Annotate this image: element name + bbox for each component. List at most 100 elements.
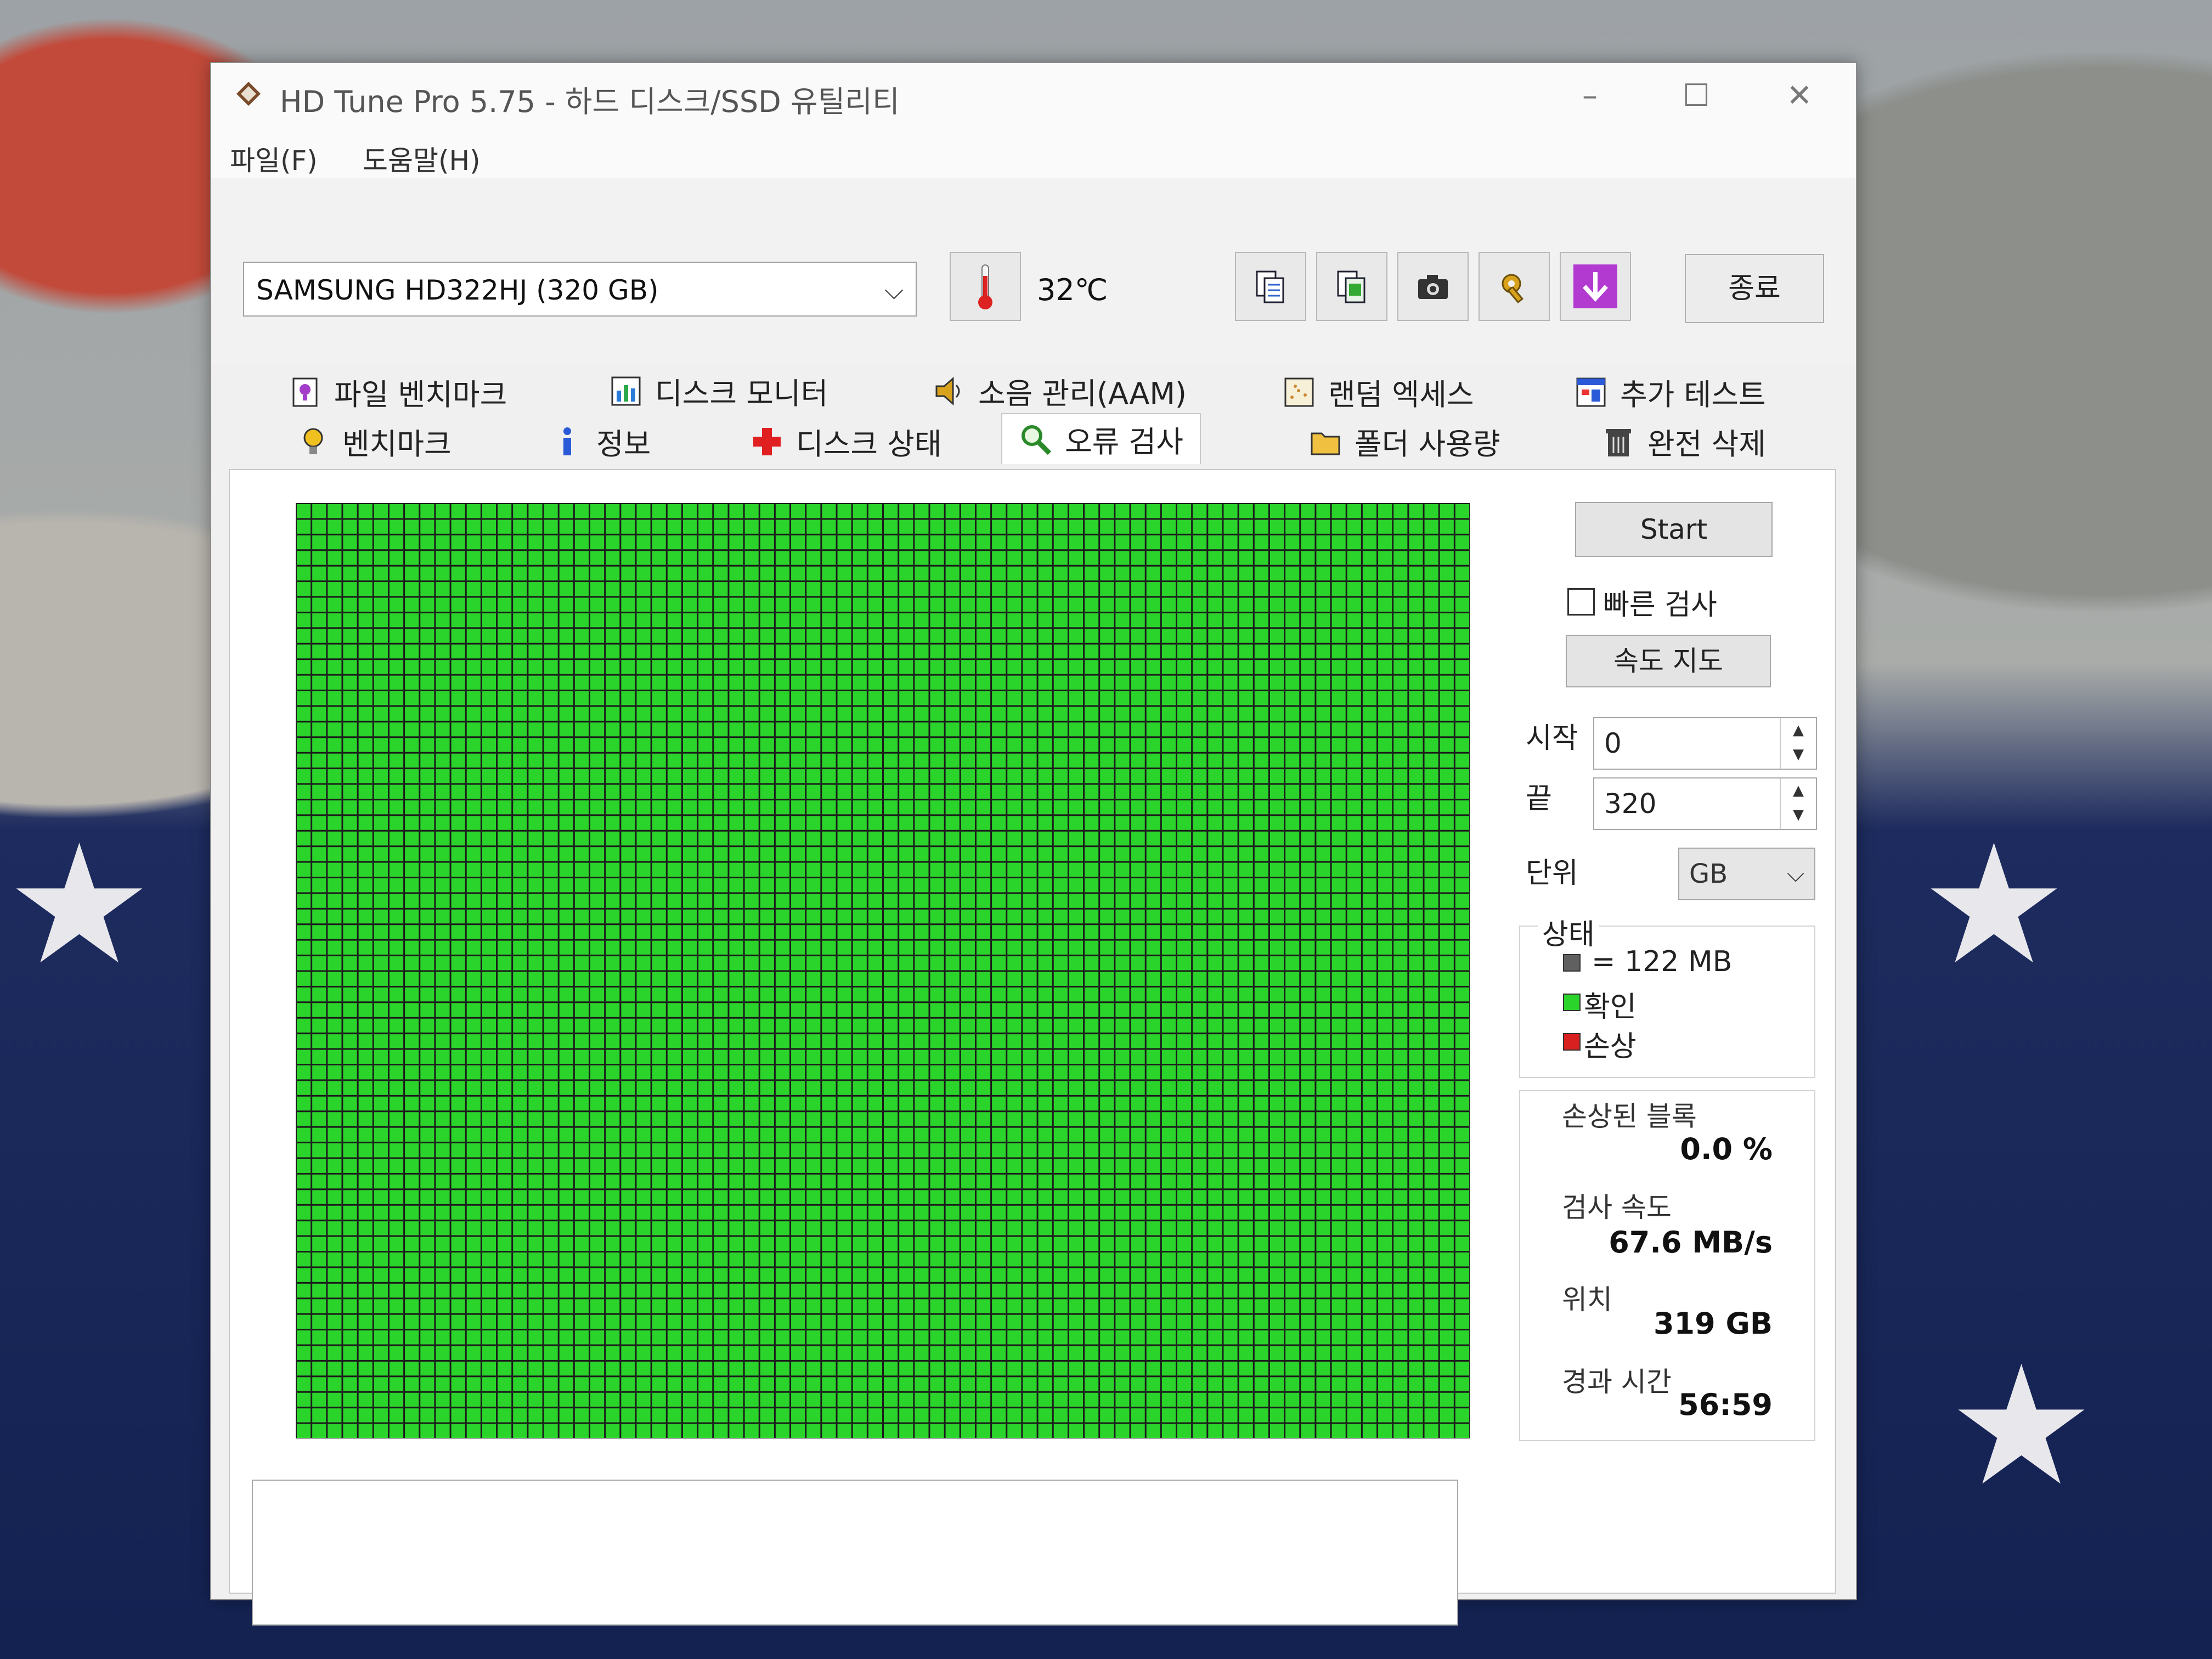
scan-block (1131, 909, 1145, 924)
scan-block (837, 1190, 851, 1204)
temperature-button[interactable] (950, 252, 1021, 321)
tab-aam[interactable]: 소음 관리(AAM) (932, 369, 1187, 413)
scan-block (358, 566, 373, 581)
scan-block (482, 1143, 496, 1158)
scan-block (976, 847, 991, 861)
scan-block (1393, 1408, 1408, 1423)
speed-map-button[interactable]: 속도 지도 (1566, 635, 1771, 687)
scan-block (1038, 1252, 1052, 1267)
drive-select[interactable]: SAMSUNG HD322HJ (320 GB) ⌵ (243, 262, 917, 317)
unit-select[interactable]: GB ⌵ (1678, 848, 1815, 900)
scan-block (1193, 1018, 1207, 1033)
start-field[interactable]: 0 ▲ ▼ (1593, 717, 1817, 770)
scan-block (1177, 566, 1192, 581)
tab-file-benchmark[interactable]: 파일 벤치마크 (288, 370, 507, 414)
scan-block (775, 987, 790, 1002)
scan-block (574, 987, 589, 1002)
options-wrench-icon (1502, 274, 1523, 304)
scan-block (775, 909, 790, 924)
scan-block (868, 1424, 882, 1438)
spinner-arrows-icon[interactable]: ▲ ▼ (1780, 778, 1816, 829)
tab-benchmark[interactable]: 벤치마크 (296, 420, 452, 463)
scan-block (899, 1221, 913, 1235)
scan-block (682, 1252, 697, 1267)
tab-random-access[interactable]: 랜덤 엑세스 (1282, 370, 1474, 414)
end-field[interactable]: 320 ▲ ▼ (1593, 777, 1817, 830)
scan-block (961, 1283, 975, 1298)
scan-block (652, 1003, 666, 1017)
scan-block (420, 972, 435, 986)
exit-button[interactable]: 종료 (1685, 254, 1824, 323)
scan-block (297, 894, 311, 908)
scan-block (621, 1096, 635, 1111)
scan-block (1254, 644, 1268, 659)
tab-error-scan[interactable]: 오류 검사 (1001, 413, 1201, 464)
screenshot-button[interactable] (1397, 252, 1469, 321)
scan-block (405, 1283, 419, 1298)
scan-block (1053, 1330, 1068, 1345)
scan-block (297, 566, 311, 581)
scan-block (1424, 831, 1438, 846)
scan-block (791, 1283, 805, 1298)
scan-block (760, 707, 774, 721)
menu-help[interactable]: 도움말(H) (363, 139, 481, 178)
tab-disk-monitor[interactable]: 디스크 모니터 (609, 369, 828, 413)
tab-disk-health[interactable]: 디스크 상태 (750, 420, 942, 463)
scan-block (590, 597, 605, 612)
scan-block (528, 816, 543, 830)
scan-block (1023, 1299, 1037, 1313)
scan-block (1285, 1159, 1300, 1173)
minimize-button[interactable]: – (1560, 74, 1620, 118)
scan-block (1440, 582, 1454, 596)
scan-block (915, 1034, 929, 1048)
scan-block (822, 1127, 836, 1142)
scan-block (853, 644, 867, 659)
scan-block (1331, 1003, 1346, 1017)
scan-block (420, 847, 435, 861)
scan-block (1440, 1018, 1454, 1033)
scan-block (822, 504, 836, 518)
scan-block (775, 660, 790, 674)
scan-block (1177, 1252, 1192, 1267)
scan-block (945, 738, 960, 752)
scan-block (899, 707, 913, 721)
copy-text-button[interactable] (1235, 252, 1306, 321)
scan-block (1254, 1408, 1268, 1423)
options-button[interactable] (1479, 252, 1550, 321)
scan-block (389, 894, 404, 908)
tab-secure-erase[interactable]: 완전 삭제 (1601, 420, 1766, 463)
tab-info[interactable]: 정보 (550, 420, 651, 463)
scan-block (436, 1112, 450, 1126)
scan-block (915, 753, 929, 768)
copy-info-button[interactable] (1316, 252, 1387, 321)
scan-block (1331, 940, 1346, 955)
scan-block (652, 878, 666, 893)
spinner-arrows-icon[interactable]: ▲ ▼ (1780, 718, 1816, 769)
scan-block (1146, 753, 1160, 768)
menu-file[interactable]: 파일(F) (230, 139, 318, 178)
scan-block (498, 769, 512, 783)
scan-block (544, 769, 558, 783)
scan-block (1146, 1237, 1160, 1251)
tab-folder-usage[interactable]: 폴더 사용량 (1308, 420, 1500, 463)
scan-block (1085, 691, 1099, 706)
start-button[interactable]: Start (1575, 502, 1773, 557)
close-button[interactable]: ✕ (1769, 74, 1830, 118)
scan-block (1100, 1392, 1114, 1407)
save-button[interactable] (1560, 252, 1631, 321)
scan-block (343, 831, 357, 846)
scan-block (930, 847, 944, 861)
quick-scan-checkbox[interactable] (1567, 588, 1595, 616)
scan-block (544, 1065, 558, 1080)
tab-extra-tests[interactable]: 추가 테스트 (1574, 370, 1766, 414)
scan-block (482, 660, 496, 674)
scan-block (1440, 1159, 1454, 1173)
scan-block (1115, 629, 1130, 643)
scan-block (1254, 800, 1268, 815)
scan-block (714, 644, 728, 659)
scan-block (498, 1003, 512, 1017)
maximize-button[interactable]: ☐ (1666, 74, 1726, 118)
scan-block (822, 1049, 836, 1064)
scan-block (451, 1283, 465, 1298)
scan-block (1053, 1221, 1068, 1235)
